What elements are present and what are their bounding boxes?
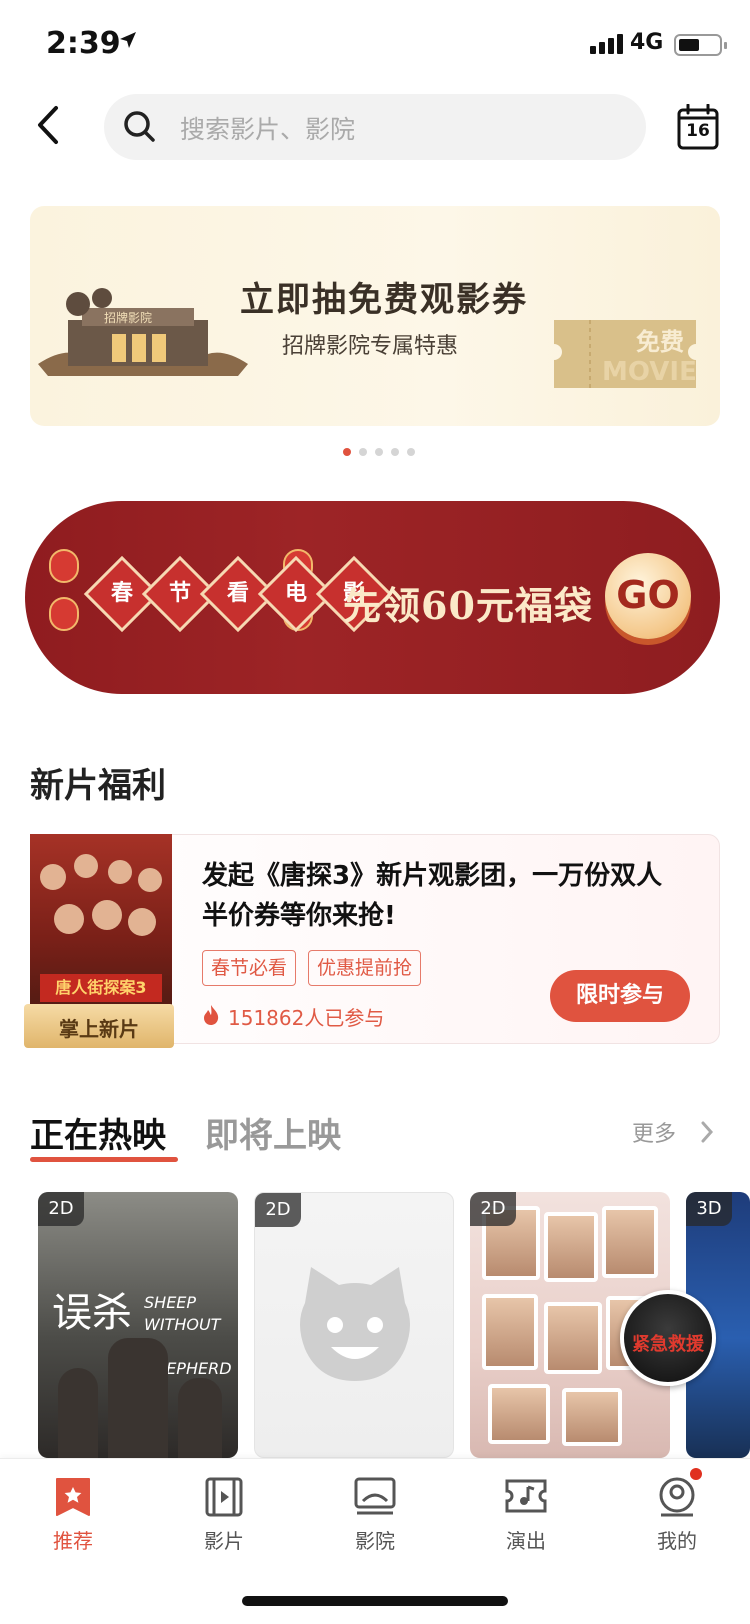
search-placeholder: 搜索影片、影院 [180, 115, 356, 144]
banner-pagination [343, 448, 415, 456]
cinema-icon [354, 1477, 396, 1515]
nav-shows[interactable]: 演出 [476, 1475, 576, 1554]
nav-cinemas[interactable]: 影院 [325, 1475, 425, 1554]
promo-text: 先领60元福袋 [343, 583, 593, 628]
format-badge: 3D [686, 1192, 732, 1226]
active-tab-indicator [30, 1157, 178, 1162]
format-badge: 2D [470, 1192, 516, 1226]
section-title: 新片福利 [30, 766, 166, 806]
join-button[interactable]: 限时参与 [550, 970, 690, 1022]
search-icon [124, 111, 155, 142]
status-time: 2:39 [46, 26, 121, 61]
battery-icon [674, 34, 727, 56]
movie-poster-2[interactable]: 2D [254, 1192, 454, 1458]
location-arrow-icon [120, 32, 136, 48]
floating-ad-button[interactable]: 紧急救援 [620, 1290, 716, 1386]
fire-icon [204, 1005, 219, 1025]
music-ticket-icon [505, 1479, 547, 1513]
movie-title: 误杀 [52, 1290, 132, 1336]
profile-icon [659, 1477, 695, 1517]
nav-movies[interactable]: 影片 [174, 1475, 274, 1554]
new-film-ribbon: 掌上新片 [24, 1004, 174, 1048]
tang-detective-poster: 唐人街探案3 [30, 834, 172, 1024]
network-type: 4G [630, 30, 664, 55]
movie-ticket-icon: 免费 MOVIE [554, 320, 697, 388]
tab-coming-soon[interactable]: 即将上映 [205, 1108, 341, 1157]
home-indicator [242, 1596, 508, 1606]
theater-illustration: 招牌影院 [38, 288, 248, 376]
status-bar: 2:39 4G [0, 0, 750, 88]
spring-festival-promo[interactable]: 春 节 看 电 影 先领60元福袋 GO [25, 501, 720, 694]
movie-poster-1[interactable]: 误杀 SHEEP WITHOUT A SHEPHERD 2D [38, 1192, 238, 1458]
tag-discount: 优惠提前抢 [308, 950, 422, 986]
format-badge: 2D [255, 1193, 301, 1227]
tag-spring: 春节必看 [202, 950, 297, 986]
film-icon [205, 1477, 243, 1517]
back-arrow-icon[interactable] [30, 100, 70, 150]
banner-title: 立即抽免费观影券 [240, 280, 528, 320]
banner-subtitle: 招牌影院专属特惠 [282, 334, 459, 359]
star-bookmark-icon [56, 1478, 90, 1516]
go-button[interactable]: GO [605, 553, 691, 639]
tab-now-showing[interactable]: 正在热映 [30, 1108, 166, 1157]
calendar-button[interactable]: 16 [677, 103, 719, 150]
nav-recommend[interactable]: 推荐 [23, 1475, 123, 1554]
participant-count: 151862人已参与 [228, 1006, 385, 1030]
promo-banner[interactable]: 招牌影院 立即抽免费观影券 招牌影院专属特惠 免费 MOVIE [30, 206, 720, 426]
more-link[interactable]: 更多 [632, 1116, 676, 1148]
nav-profile[interactable]: 我的 [627, 1475, 727, 1554]
svg-text:MOVIE: MOVIE [602, 357, 697, 387]
svg-text:招牌影院: 招牌影院 [104, 311, 152, 325]
svg-text:免费: 免费 [636, 328, 684, 356]
search-input[interactable]: 搜索影片、影院 [104, 94, 646, 160]
promo-diamond-text: 春 节 看 电 影 [83, 555, 393, 633]
notification-dot [690, 1468, 702, 1480]
signal-icon [590, 34, 623, 54]
cat-placeholder-icon [300, 1267, 410, 1381]
calendar-day: 16 [686, 121, 710, 141]
chevron-right-icon[interactable] [700, 1120, 714, 1144]
new-film-title: 发起《唐探3》新片观影团，一万份双人半价券等你来抢! [202, 861, 663, 931]
format-badge: 2D [38, 1192, 84, 1226]
